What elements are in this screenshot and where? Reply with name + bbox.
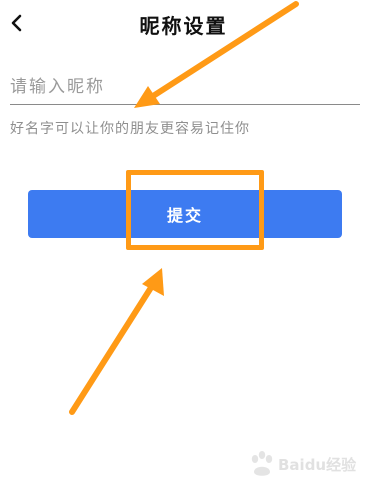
annotation-arrow-to-button (69, 268, 164, 415)
watermark: Baidu经验 (248, 448, 360, 482)
paw-logo-icon (251, 451, 273, 476)
watermark-text: Baidu经验 (278, 456, 357, 474)
nickname-input[interactable] (10, 72, 360, 102)
header-bar: 昵称设置 (0, 0, 367, 48)
page-title: 昵称设置 (139, 14, 228, 38)
nickname-field[interactable] (10, 72, 360, 105)
nickname-hint: 好名字可以让你的朋友更容易记住你 (10, 121, 250, 137)
nickname-settings-screen: 昵称设置 好名字可以让你的朋友更容易记住你 提交 Baidu经验 (0, 0, 367, 493)
annotation-highlight-box (126, 170, 264, 250)
